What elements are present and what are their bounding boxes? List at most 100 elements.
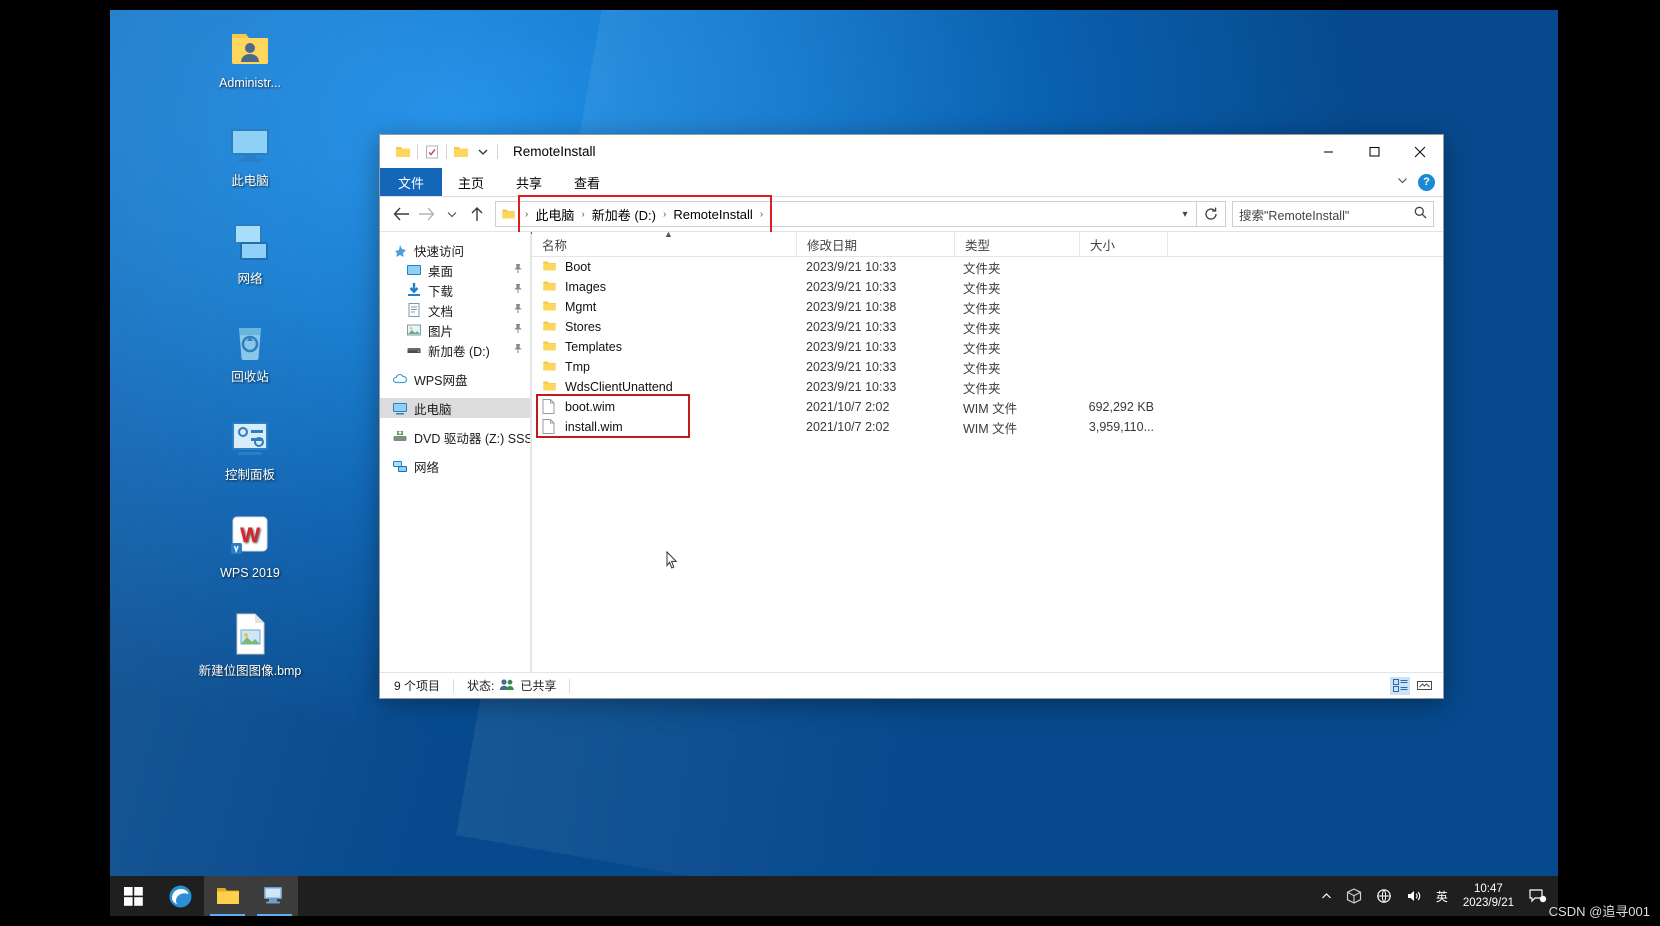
window-body: 快速访问 桌面 下载 文档 图片 新加卷 (D:) WPS网盘 此电脑 DVD …: [380, 229, 1443, 672]
folder-icon[interactable]: [392, 140, 414, 164]
recent-locations-chevron-down-icon[interactable]: [439, 201, 464, 227]
desktop-icon-label: 此电脑: [231, 174, 269, 188]
network-icon[interactable]: [1369, 876, 1399, 916]
edge-button[interactable]: [157, 876, 204, 916]
address-dropdown-chevron-down-icon[interactable]: ▾: [1174, 209, 1196, 220]
sidebar-item-this-pc[interactable]: 此电脑: [380, 398, 530, 418]
table-row[interactable]: install.wim 2021/10/7 2:02 WIM 文件 3,959,…: [532, 417, 1443, 437]
sidebar-item-pictures[interactable]: 图片: [380, 320, 530, 340]
desktop-icon-control-panel[interactable]: 控制面板: [196, 414, 304, 483]
address-bar[interactable]: › 此电脑 › 新加卷 (D:) › RemoteInstall › ▾: [495, 194, 1197, 234]
table-row[interactable]: Templates 2023/9/21 10:33 文件夹: [532, 337, 1443, 357]
forward-arrow-icon[interactable]: [414, 201, 439, 227]
show-hidden-icons-button[interactable]: [1314, 876, 1339, 916]
desktop-icon-administrator[interactable]: Administr...: [196, 22, 304, 91]
clock[interactable]: 10:47 2023/9/21: [1455, 876, 1522, 916]
sidebar-item-documents[interactable]: 文档: [380, 300, 530, 320]
breadcrumb-separator[interactable]: ›: [757, 209, 766, 220]
sidebar-item-drive-d[interactable]: 新加卷 (D:): [380, 340, 530, 360]
folder-icon: [542, 259, 558, 275]
column-label: 名称: [542, 238, 568, 253]
table-row[interactable]: Stores 2023/9/21 10:33 文件夹: [532, 317, 1443, 337]
navigation-pane: 快速访问 桌面 下载 文档 图片 新加卷 (D:) WPS网盘 此电脑 DVD …: [380, 232, 531, 672]
desktop-icon: [406, 262, 422, 278]
file-list-pane: 名称 ▲ 修改日期 类型 大小 Boot 2023/9/21 10:33 文件夹…: [532, 229, 1443, 672]
customize-dropdown-icon[interactable]: [472, 140, 494, 164]
table-row[interactable]: WdsClientUnattend 2023/9/21 10:33 文件夹: [532, 377, 1443, 397]
sidebar-item-dvd-drive[interactable]: DVD 驱动器 (Z:) SSS: [380, 427, 530, 447]
breadcrumb: › 此电脑 › 新加卷 (D:) › RemoteInstall ›: [518, 194, 773, 234]
status-label: 状态:: [467, 679, 495, 693]
search-icon[interactable]: [1414, 206, 1427, 222]
help-icon[interactable]: ?: [1418, 173, 1435, 191]
tab-home[interactable]: 主页: [442, 168, 500, 196]
sidebar-item-quick-access[interactable]: 快速访问: [380, 240, 530, 260]
properties-icon[interactable]: [421, 140, 443, 164]
minimize-button[interactable]: [1305, 135, 1351, 168]
column-header-type[interactable]: 类型: [954, 232, 1079, 256]
details-view-button[interactable]: [1390, 676, 1410, 695]
folder-icon: [542, 359, 558, 375]
pin-icon[interactable]: [513, 263, 523, 277]
file-name-cell: Tmp: [532, 359, 796, 375]
file-type: 文件夹: [963, 301, 1001, 316]
tab-view[interactable]: 查看: [558, 168, 616, 196]
sidebar-item-wps-cloud[interactable]: WPS网盘: [380, 369, 530, 389]
desktop-icon-bitmap-file[interactable]: 新建位图图像.bmp: [196, 610, 304, 679]
volume-icon[interactable]: [1399, 876, 1429, 916]
user-folder-icon: [226, 22, 274, 70]
column-header-date[interactable]: 修改日期: [796, 232, 954, 256]
pin-icon[interactable]: [513, 303, 523, 317]
chevron-down-icon[interactable]: [1397, 173, 1408, 191]
new-folder-icon[interactable]: [450, 140, 472, 164]
desktop-icon-recycle-bin[interactable]: 回收站: [196, 316, 304, 385]
desktop-icon-network[interactable]: 网络: [196, 218, 304, 287]
file-explorer-button[interactable]: [204, 876, 251, 916]
maximize-button[interactable]: [1351, 135, 1397, 168]
status-divider: [453, 678, 455, 693]
server-manager-button[interactable]: [251, 876, 298, 916]
tab-file[interactable]: 文件: [380, 168, 443, 196]
table-row[interactable]: Boot 2023/9/21 10:33 文件夹: [532, 257, 1443, 277]
breadcrumb-separator[interactable]: ›: [660, 209, 669, 220]
desktop-icon-wps-2019[interactable]: W WPS 2019: [196, 512, 304, 581]
package-icon[interactable]: [1339, 876, 1369, 916]
folder-icon: [542, 299, 558, 315]
folder-icon: [501, 207, 516, 221]
search-input[interactable]: 搜索"RemoteInstall": [1232, 201, 1434, 227]
pin-icon[interactable]: [513, 343, 523, 357]
taskbar: 英 10:47 2023/9/21: [110, 876, 1558, 916]
breadcrumb-separator[interactable]: ›: [578, 209, 587, 220]
column-header-size[interactable]: 大小: [1079, 232, 1167, 256]
breadcrumb-drive-d[interactable]: 新加卷 (D:): [588, 204, 660, 225]
desktop-icon-label: WPS 2019: [220, 566, 280, 580]
breadcrumb-this-pc[interactable]: 此电脑: [531, 204, 578, 225]
sidebar-item-downloads[interactable]: 下载: [380, 280, 530, 300]
desktop-icon-this-pc[interactable]: 此电脑: [196, 120, 304, 189]
recycle-bin-icon: [226, 316, 274, 364]
file-type: WIM 文件: [963, 401, 1018, 416]
table-row[interactable]: Images 2023/9/21 10:33 文件夹: [532, 277, 1443, 297]
breadcrumb-remoteinstall[interactable]: RemoteInstall: [669, 206, 756, 223]
start-button[interactable]: [110, 876, 157, 916]
table-row[interactable]: Tmp 2023/9/21 10:33 文件夹: [532, 357, 1443, 377]
file-name: Templates: [565, 340, 622, 354]
ime-indicator[interactable]: 英: [1429, 876, 1455, 916]
file-name-cell: boot.wim: [532, 399, 796, 415]
window-controls: [1305, 135, 1443, 168]
back-arrow-icon[interactable]: [389, 201, 414, 227]
tab-share[interactable]: 共享: [500, 168, 558, 196]
ribbon-tab-bar: 文件 主页 共享 查看 ?: [380, 168, 1443, 197]
sidebar-item-network[interactable]: 网络: [380, 456, 530, 476]
large-icons-view-button[interactable]: [1414, 677, 1434, 695]
sidebar-item-desktop[interactable]: 桌面: [380, 260, 530, 280]
up-arrow-icon[interactable]: [464, 201, 489, 227]
column-header-name[interactable]: 名称 ▲: [532, 229, 796, 256]
close-button[interactable]: [1397, 135, 1443, 168]
refresh-button[interactable]: [1197, 201, 1226, 227]
pin-icon[interactable]: [513, 283, 523, 297]
pin-icon[interactable]: [513, 323, 523, 337]
table-row[interactable]: boot.wim 2021/10/7 2:02 WIM 文件 692,292 K…: [532, 397, 1443, 417]
table-row[interactable]: Mgmt 2023/9/21 10:38 文件夹: [532, 297, 1443, 317]
